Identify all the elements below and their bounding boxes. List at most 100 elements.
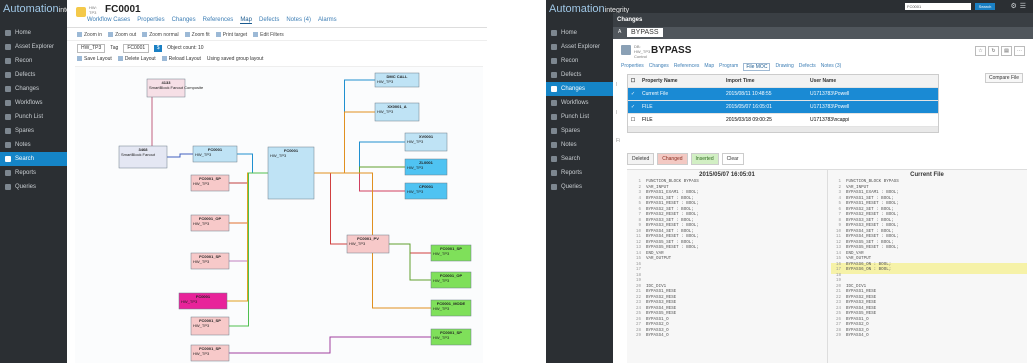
tab-references[interactable]: References — [674, 63, 700, 71]
sidebar-item-search[interactable]: Search — [546, 152, 613, 166]
sidebar-item-queries[interactable]: Queries — [0, 180, 67, 194]
main-content: HW: TP3 FC0001 Workflow Cases Properties C… — [67, 0, 487, 363]
diagram-node[interactable]: FC0001HW_TP3 — [178, 292, 228, 310]
sidebar-item-recon[interactable]: Recon — [546, 54, 613, 68]
tab-alarms[interactable]: Alarms — [318, 17, 337, 24]
diagram-node[interactable]: FC0001_SPHW_TP3 — [430, 328, 472, 346]
table-row[interactable]: ✓ FILE 2015/05/07 16:05:01 U1713783\Powell — [628, 101, 938, 114]
sidebar-item-search[interactable]: Search — [0, 152, 67, 166]
tab-drawing[interactable]: Drawing — [775, 63, 793, 71]
zoom-in-button[interactable]: Zoom in — [77, 32, 102, 38]
horizontal-scrollbar[interactable] — [628, 127, 938, 132]
table-row[interactable]: ✓ Current File 2015/08/11 10:48:55 U1713783… — [628, 88, 938, 101]
sidebar-item-changes[interactable]: Changes — [546, 82, 613, 96]
search-button[interactable]: Search — [975, 3, 995, 10]
tab-references[interactable]: References — [203, 17, 234, 24]
delete-layout-button[interactable]: Delete Layout — [118, 56, 156, 62]
sidebar-item-queries[interactable]: Queries — [546, 180, 613, 194]
diagram-node[interactable]: XX0001_AHW_TP3 — [374, 102, 420, 122]
diagram-node[interactable]: FC0001HW_TP3 — [267, 146, 315, 200]
sidebar-item-asset-explorer[interactable]: Asset Explorer — [0, 40, 67, 54]
tab-bypass[interactable]: BYPASS — [627, 28, 663, 37]
save-layout-button[interactable]: Save Layout — [77, 56, 112, 62]
tab-defects[interactable]: Defects — [799, 63, 816, 71]
tab-notes-3-[interactable]: Notes (3) — [821, 63, 842, 71]
sidebar-item-spares[interactable]: Spares — [546, 124, 613, 138]
sidebar-item-workflows[interactable]: Workflows — [546, 96, 613, 110]
refresh-icon[interactable]: ↻ — [988, 46, 999, 56]
tab-map[interactable]: Map — [704, 63, 714, 71]
deleted-filter-button[interactable]: Deleted — [627, 153, 655, 165]
sidebar-item-reports[interactable]: Reports — [546, 166, 613, 180]
search-input[interactable]: FC0001 — [905, 3, 971, 10]
diagram-node[interactable]: FC0001_SPHW_TP3 — [190, 252, 230, 270]
sidebar-item-changes[interactable]: Changes — [0, 82, 67, 96]
diagram-node[interactable]: CF0001HW_TP3 — [404, 182, 448, 200]
diagram-node[interactable]: FC0001_SPHW_TP3 — [190, 316, 230, 336]
sidebar-item-notes[interactable]: Notes — [546, 138, 613, 152]
sidebar-item-asset-explorer[interactable]: Asset Explorer — [546, 40, 613, 54]
tab-changes[interactable]: Changes — [172, 17, 196, 24]
system-select[interactable]: HW_TP3 — [77, 43, 106, 53]
print-target-button[interactable]: Print target — [216, 32, 247, 38]
diagram-node[interactable]: FC0001_SPHW_TP3 — [430, 244, 472, 262]
utility-icons[interactable]: ⚙☰ — [1010, 2, 1029, 10]
diagram-node[interactable]: FC0001_OPHW_TP3 — [190, 214, 230, 232]
diagram-node[interactable]: 3468SmartBlock Fanout — [118, 145, 168, 169]
diagram-node[interactable]: FC0001HW_TP3 — [192, 145, 238, 163]
star-icon[interactable]: ☆ — [975, 46, 986, 56]
sidebar-item-punch-list[interactable]: Punch List — [546, 110, 613, 124]
tab-file-moc[interactable]: File MOC — [743, 63, 771, 71]
tab-changes[interactable]: Changes — [649, 63, 669, 71]
map-canvas[interactable]: 4133 SmartBlock Fanout Composite 3468 Smart… — [75, 66, 483, 363]
diagram-node[interactable]: XV0001HW_TP3 — [404, 132, 448, 152]
row-checkbox[interactable]: ✓ — [628, 104, 638, 110]
sidebar-item-home[interactable]: Home — [546, 26, 613, 40]
diagram-node[interactable]: FC0001_MODEHW_TP3 — [430, 299, 472, 317]
zoom-fit-button[interactable]: Zoom fit — [185, 32, 210, 38]
sidebar-item-defects[interactable]: Defects — [546, 68, 613, 82]
zoom-normal-button[interactable]: Zoom normal — [142, 32, 178, 38]
sidebar-item-recon[interactable]: Recon — [0, 54, 67, 68]
select-all-checkbox[interactable]: ☐ — [628, 78, 638, 84]
edit-filters-button[interactable]: Edit Filters — [253, 32, 284, 38]
tab-program[interactable]: Program — [719, 63, 738, 71]
table-row[interactable]: ☐ FILE 2015/03/18 09:00:25 U1713783\ncappi — [628, 114, 938, 127]
diagram-node[interactable]: 4133SmartBlock Fanout Composite — [146, 78, 204, 98]
tag-select[interactable]: FC0001 — [123, 43, 150, 53]
print-icon[interactable]: ▤ — [1001, 46, 1012, 56]
more-icon[interactable]: ⋯ — [1014, 46, 1025, 56]
compare-file-button[interactable]: Compare File — [984, 73, 1023, 83]
inserted-filter-button[interactable]: Inserted — [690, 153, 719, 165]
column-header[interactable]: Property Name — [638, 78, 722, 84]
sidebar-item-label: Search — [15, 156, 35, 162]
reload-layout-button[interactable]: Reload Layout — [162, 56, 201, 62]
zoom-out-button[interactable]: Zoom out — [108, 32, 136, 38]
sidebar-item-spares[interactable]: Spares — [0, 124, 67, 138]
tab-notes-4-[interactable]: Notes (4) — [286, 17, 311, 24]
clear-filter-button[interactable]: Clear — [721, 153, 744, 165]
sidebar-item-home[interactable]: Home — [0, 26, 67, 40]
sidebar-item-punch-list[interactable]: Punch List — [0, 110, 67, 124]
diagram-node[interactable]: FC0001_SPHW_TP3 — [190, 344, 230, 362]
diagram-node[interactable]: FC0001_SPHW_TP3 — [190, 174, 230, 192]
diagram-node[interactable]: DMC CALLHW_TP3 — [374, 72, 420, 88]
changed-filter-button[interactable]: Changed — [657, 153, 688, 165]
tab-map[interactable]: Map — [240, 17, 252, 24]
go-button[interactable]: $ — [154, 44, 163, 52]
tab-workflow-cases[interactable]: Workflow Cases — [87, 17, 130, 24]
diagram-node[interactable]: FC0001_PVHW_TP3 — [346, 234, 390, 254]
row-checkbox[interactable]: ☐ — [628, 117, 638, 123]
tab-properties[interactable]: Properties — [137, 17, 164, 24]
sidebar-item-reports[interactable]: Reports — [0, 166, 67, 180]
diagram-node[interactable]: FC0001_OPHW_TP3 — [430, 271, 472, 289]
sidebar-item-workflows[interactable]: Workflows — [0, 96, 67, 110]
sidebar-item-defects[interactable]: Defects — [0, 68, 67, 82]
column-header[interactable]: User Name — [806, 78, 938, 84]
tab-properties[interactable]: Properties — [621, 63, 644, 71]
column-header[interactable]: Import Time — [722, 78, 806, 84]
row-checkbox[interactable]: ✓ — [628, 91, 638, 97]
tab-defects[interactable]: Defects — [259, 17, 279, 24]
diagram-node[interactable]: ZL0001HW_TP3 — [404, 158, 448, 176]
sidebar-item-notes[interactable]: Notes — [0, 138, 67, 152]
